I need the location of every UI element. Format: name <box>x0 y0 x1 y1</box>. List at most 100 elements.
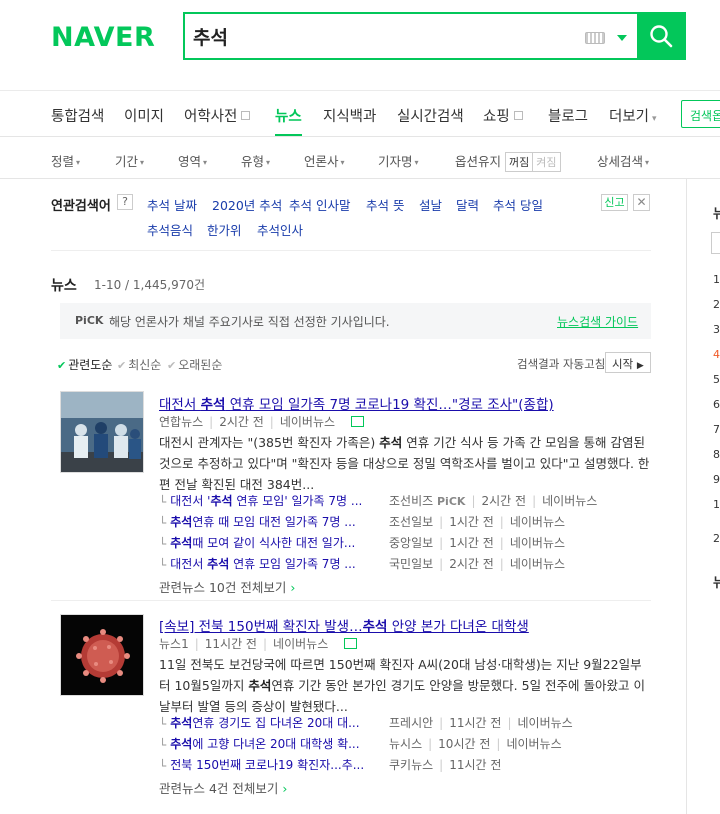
related-search-item[interactable]: 한가위 <box>207 220 242 239</box>
related-article[interactable]: └ 추석에 고향 다녀온 20대 대학생 확... 뉴시스 | 10시간 전 | 네이버뉴스 <box>159 735 562 752</box>
sort-label: 오래된순 <box>178 358 223 372</box>
search-options-button[interactable]: 검색옵션 <box>681 100 720 128</box>
press-name[interactable]: 뉴스1 <box>159 637 189 651</box>
search-button[interactable] <box>637 12 686 60</box>
related-article-title[interactable]: 전북 150번째 코로나19 확진자...추... <box>170 756 370 773</box>
related-article-title[interactable]: 추석에 고향 다녀온 20대 대학생 확... <box>170 735 370 752</box>
related-article[interactable]: └ 추석연휴 때 모임 대전 일가족 7명 ... 조선일보 | 1시간 전 | 네이버뉴스 <box>159 513 565 530</box>
related-article[interactable]: └ 추석때 모여 같이 식사한 대전 일가... 중앙일보 | 1시간 전 | 네이버뉴스 <box>159 534 565 551</box>
naver-news-link[interactable]: 네이버뉴스 <box>517 716 572 730</box>
chevron-down-icon: ▾ <box>340 158 345 167</box>
view-all-related-link[interactable]: 관련뉴스 10건 전체보기 › <box>159 577 295 596</box>
close-icon[interactable]: ✕ <box>633 194 650 211</box>
tab-realtime[interactable]: 실시간검색 <box>397 105 464 126</box>
related-article[interactable]: └ 대전서 추석 연휴 모임 일가족 7명 ... 국민일보 | 2시간 전 | 네이버뉴스 <box>159 555 565 572</box>
related-search-item[interactable]: 추석 뜻 <box>366 195 404 214</box>
tab-encyclopedia[interactable]: 지식백과 <box>323 105 376 126</box>
help-icon[interactable]: ? <box>117 194 133 210</box>
option-reporter[interactable]: 기자명 ▾ <box>378 151 419 170</box>
view-all-related-link[interactable]: 관련뉴스 4건 전체보기 › <box>159 778 287 797</box>
related-article-title[interactable]: 추석연휴 때 모임 대전 일가족 7명 ... <box>170 513 370 530</box>
article-meta: 뉴스1 | 11시간 전 | 네이버뉴스 <box>159 635 358 652</box>
option-detail[interactable]: 상세검색 ▾ <box>597 151 649 170</box>
press-name[interactable]: 국민일보 <box>389 557 433 571</box>
press-name[interactable]: 조선비즈 <box>389 494 433 508</box>
press-name[interactable]: 뉴시스 <box>389 737 422 751</box>
option-area[interactable]: 영역 ▾ <box>178 151 207 170</box>
sidebar-rank-number: 8 <box>713 448 720 461</box>
article-thumbnail[interactable] <box>60 614 144 696</box>
tab-dictionary[interactable]: 어학사전 <box>184 105 251 126</box>
auto-refresh-start-button[interactable]: 시작 ▶ <box>605 352 651 373</box>
naver-logo[interactable]: NAVER <box>51 22 155 53</box>
sidebar-rank-number: 3 <box>713 323 720 336</box>
related-article-meta: 조선비즈 PiCK | 2시간 전 | 네이버뉴스 <box>389 494 598 508</box>
related-article[interactable]: └ 대전서 '추석 연휴 모임' 일가족 7명 ... 조선비즈 PiCK | 2시간 … <box>159 492 597 509</box>
press-name[interactable]: 프레시안 <box>389 716 433 730</box>
related-article-title[interactable]: 대전서 추석 연휴 모임 일가족 7명 ... <box>170 555 370 572</box>
article-title-link[interactable]: [속보] 전북 150번째 확진자 발생…추석 안양 본가 다녀온 대학생 <box>159 615 529 635</box>
article-thumbnail[interactable] <box>60 391 144 473</box>
option-type[interactable]: 유형 ▾ <box>241 151 270 170</box>
naver-news-link[interactable]: 네이버뉴스 <box>510 557 565 571</box>
tab-shopping[interactable]: 쇼핑 <box>483 105 523 126</box>
related-article[interactable]: └ 추석연휴 경기도 집 다녀온 20대 대... 프레시안 | 11시간 전 | 네이버뉴… <box>159 714 573 731</box>
news-guide-link[interactable]: 뉴스검색 가이드 <box>557 313 638 330</box>
related-search-item[interactable]: 추석음식 <box>147 220 193 239</box>
related-search-item[interactable]: 설날 <box>419 195 442 214</box>
option-label: 영역 <box>178 154 202 169</box>
related-search-item[interactable]: 달력 <box>456 195 479 214</box>
bullet-icon: └ <box>159 759 167 773</box>
search-input[interactable] <box>193 22 573 50</box>
tab-more[interactable]: 더보기 ▾ <box>609 105 657 126</box>
press-name[interactable]: 쿠키뉴스 <box>389 758 433 772</box>
tab-news[interactable]: 뉴스 <box>275 105 302 136</box>
press-name[interactable]: 중앙일보 <box>389 536 433 550</box>
naver-news-link[interactable]: 네이버뉴스 <box>506 737 561 751</box>
tab-label: 블로그 <box>548 109 589 125</box>
sidebar-input[interactable] <box>711 232 720 254</box>
sidebar-heading-2: 뉴 <box>713 576 720 591</box>
tab-all[interactable]: 통합검색 <box>51 105 104 126</box>
keep-off-toggle[interactable]: 꺼짐 <box>505 152 534 172</box>
article-title-link[interactable]: 대전서 추석 연휴 모임 일가족 7명 코로나19 확진…"경로 조사"(종합) <box>159 393 554 413</box>
tab-image[interactable]: 이미지 <box>124 105 164 126</box>
related-article-title[interactable]: 추석연휴 경기도 집 다녀온 20대 대... <box>170 714 370 731</box>
sort-oldest[interactable]: ✔ 오래된순 <box>167 356 222 373</box>
related-search-item[interactable]: 추석 당일 <box>493 195 543 214</box>
report-button[interactable]: 신고 <box>601 194 628 211</box>
related-search-item[interactable]: 추석 날짜 <box>147 195 197 214</box>
related-article-title[interactable]: 대전서 '추석 연휴 모임' 일가족 7명 ... <box>170 492 370 509</box>
keep-on-toggle[interactable]: 켜짐 <box>533 152 561 172</box>
option-press[interactable]: 언론사 ▾ <box>304 151 345 170</box>
naver-news-link[interactable]: 네이버뉴스 <box>510 536 565 550</box>
share-icon[interactable] <box>344 638 358 649</box>
related-search-item[interactable]: 2020년 추석 <box>212 195 282 214</box>
bullet-icon: └ <box>159 738 167 752</box>
related-article-title[interactable]: 추석때 모여 같이 식사한 대전 일가... <box>170 534 370 551</box>
naver-news-link[interactable]: 네이버뉴스 <box>280 415 335 429</box>
tab-label: 뉴스 <box>275 109 302 125</box>
keyboard-icon[interactable] <box>585 32 605 44</box>
option-sort[interactable]: 정렬 ▾ <box>51 151 80 170</box>
sidebar-heading: 뉴 <box>713 207 720 222</box>
tab-blog[interactable]: 블로그 <box>548 105 588 126</box>
naver-news-link[interactable]: 네이버뉴스 <box>510 515 565 529</box>
option-label: 옵션유지 <box>455 154 502 169</box>
naver-news-link[interactable]: 네이버뉴스 <box>273 637 328 651</box>
option-label: 상세검색 <box>597 154 644 169</box>
related-search-item[interactable]: 추석 인사말 <box>289 195 350 214</box>
related-article[interactable]: └ 전북 150번째 코로나19 확진자...추... 쿠키뉴스 | 11시간 전 <box>159 756 501 773</box>
press-name[interactable]: 연합뉴스 <box>159 415 203 429</box>
sort-latest[interactable]: ✔ 최신순 <box>117 356 161 373</box>
search-icon <box>650 25 673 48</box>
option-period[interactable]: 기간 ▾ <box>115 151 144 170</box>
naver-news-link[interactable]: 네이버뉴스 <box>542 494 597 508</box>
tab-label: 어학사전 <box>184 109 238 125</box>
share-icon[interactable] <box>351 416 365 427</box>
related-search-item[interactable]: 추석인사 <box>257 220 303 239</box>
press-name[interactable]: 조선일보 <box>389 515 433 529</box>
sidebar-divider <box>686 179 687 814</box>
sort-relevance[interactable]: ✔ 관련도순 <box>57 356 112 373</box>
autocomplete-toggle-icon[interactable] <box>617 35 627 41</box>
